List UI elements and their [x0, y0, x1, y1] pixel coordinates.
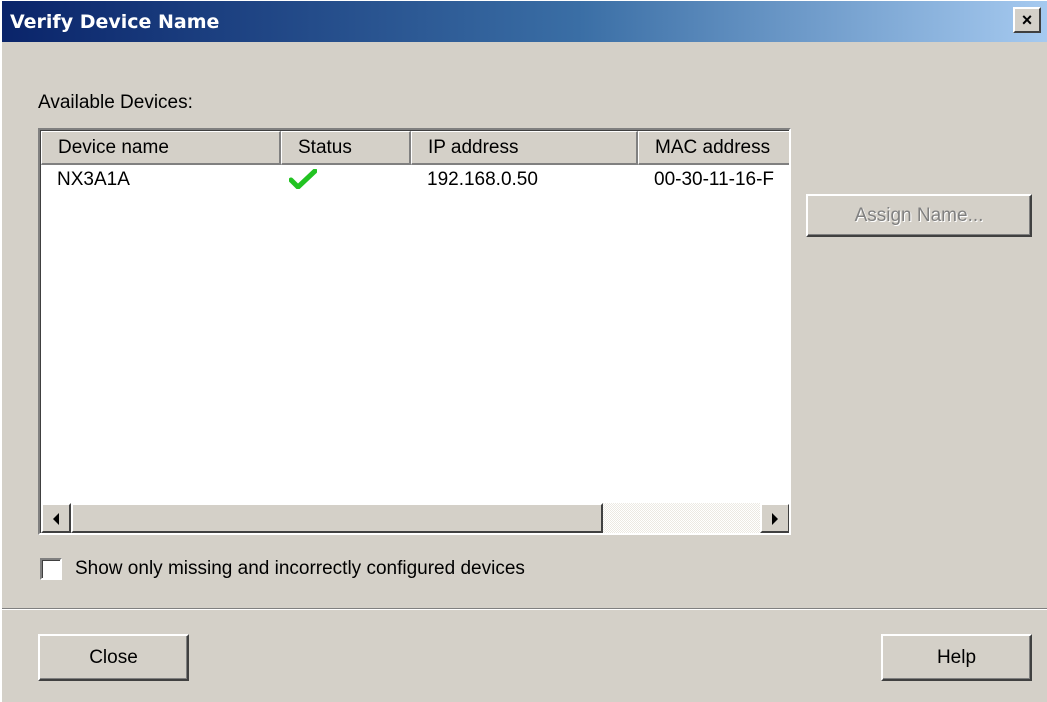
list-header: Device name Status IP address MAC addres… — [41, 131, 789, 165]
scroll-left-button[interactable] — [41, 503, 71, 533]
window-title: Verify Device Name — [10, 11, 220, 33]
mac-address-cell: 00-30-11-16-F — [654, 169, 775, 190]
arrow-right-icon — [772, 513, 778, 525]
close-window-button[interactable]: × — [1013, 7, 1041, 33]
ip-address-cell: 192.168.0.50 — [427, 169, 538, 190]
available-devices-label: Available Devices: — [38, 92, 193, 113]
assign-name-button[interactable]: Assign Name... — [806, 194, 1032, 237]
device-name-cell: NX3A1A — [57, 169, 130, 190]
status-cell — [289, 169, 329, 197]
close-button[interactable]: Close — [38, 634, 189, 681]
show-missing-label: Show only missing and incorrectly config… — [75, 558, 525, 579]
checkmark-icon — [289, 169, 318, 190]
devices-list[interactable]: Device name Status IP address MAC addres… — [38, 128, 791, 535]
column-header-ip-address[interactable]: IP address — [411, 131, 638, 165]
verify-device-name-dialog: Verify Device Name × Available Devices: … — [0, 0, 1047, 702]
column-header-device-name[interactable]: Device name — [41, 131, 281, 165]
help-button[interactable]: Help — [881, 634, 1032, 681]
show-missing-checkbox[interactable] — [40, 558, 62, 580]
show-missing-option[interactable]: Show only missing and incorrectly config… — [40, 558, 525, 580]
scroll-right-button[interactable] — [760, 503, 789, 533]
column-header-mac-address[interactable]: MAC address — [638, 131, 789, 165]
dialog-separator — [2, 608, 1047, 610]
title-bar[interactable]: Verify Device Name × — [2, 1, 1047, 42]
scroll-thumb[interactable] — [71, 503, 603, 533]
table-row[interactable]: NX3A1A 192.168.0.50 00-30-11-16-F — [41, 165, 789, 197]
close-icon: × — [1021, 10, 1033, 30]
arrow-left-icon — [53, 513, 59, 525]
horizontal-scrollbar[interactable] — [41, 503, 789, 533]
column-header-status[interactable]: Status — [281, 131, 411, 165]
